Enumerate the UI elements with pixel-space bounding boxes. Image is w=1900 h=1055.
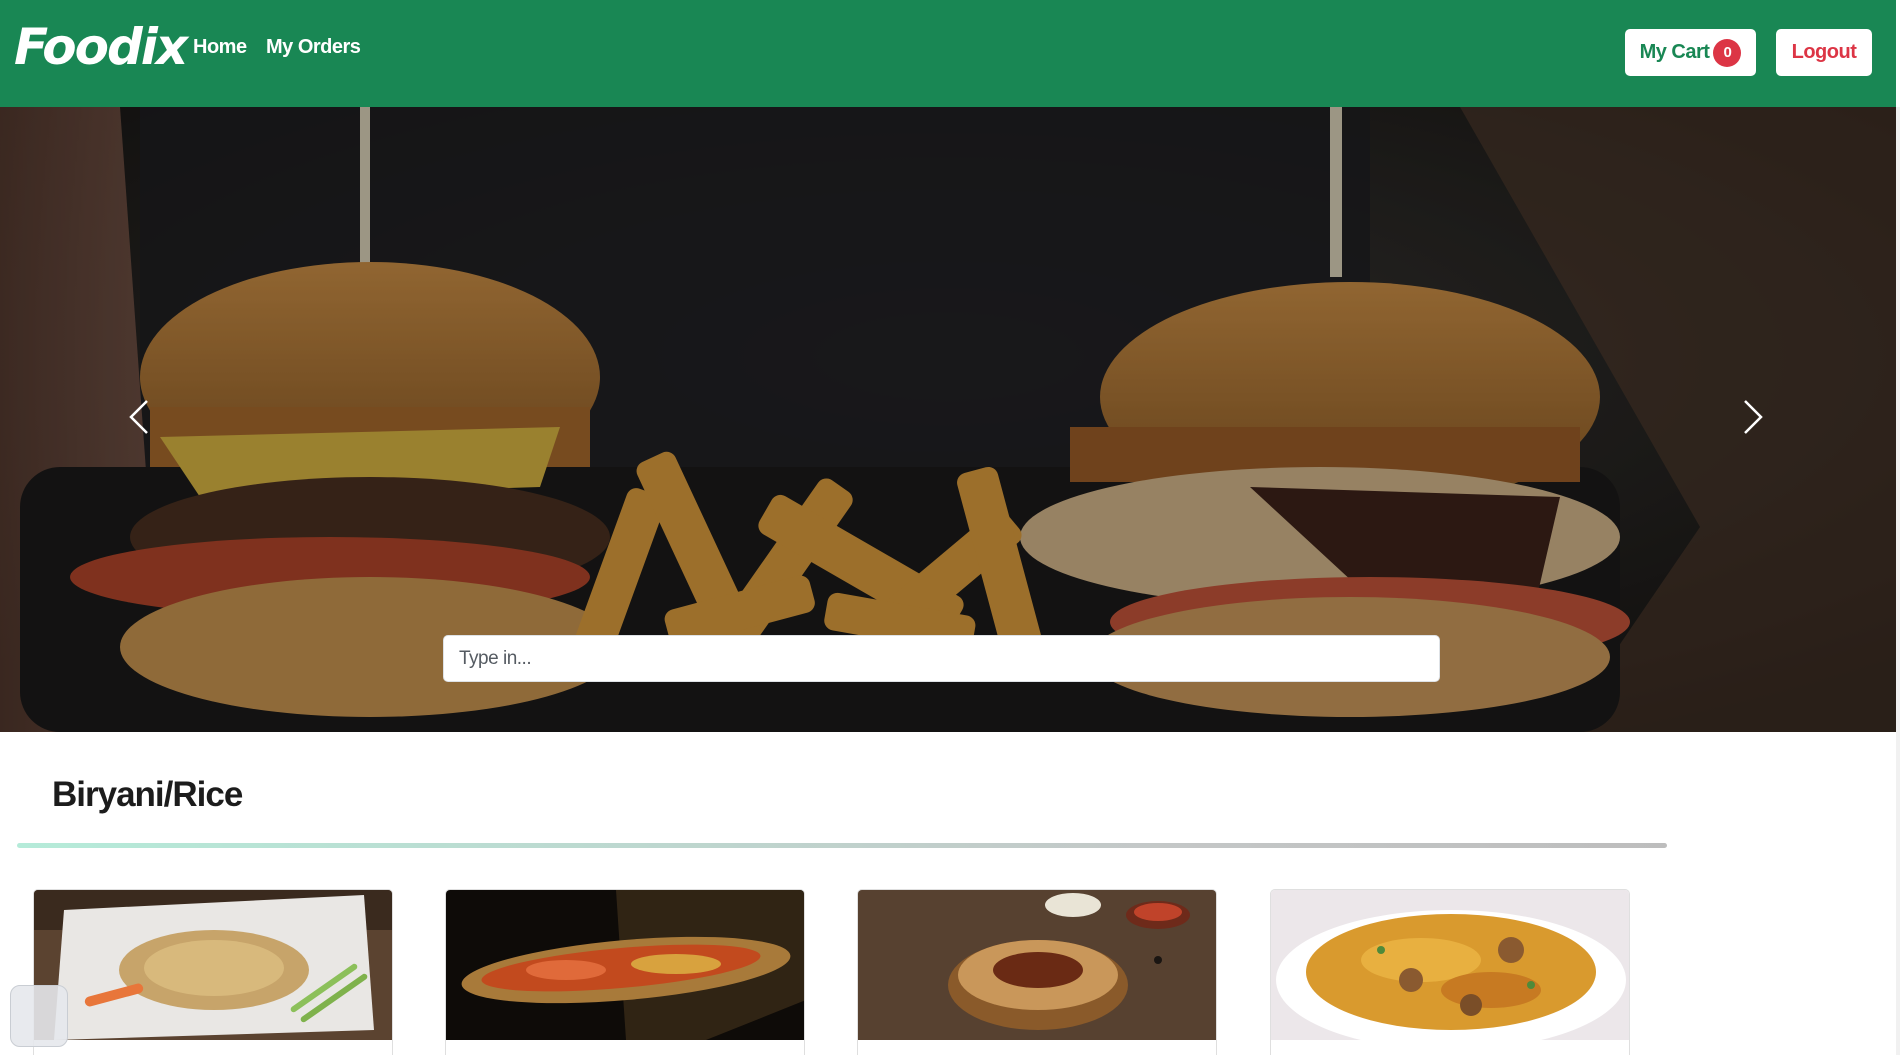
biryani-bowl-image bbox=[858, 890, 1216, 1040]
carousel-prev-button[interactable] bbox=[110, 387, 170, 447]
search-input[interactable] bbox=[443, 635, 1440, 682]
food-card[interactable] bbox=[1270, 889, 1630, 1055]
navbar: Foodix Home My Orders My Cart 0 Logout bbox=[0, 0, 1896, 107]
brand-logo[interactable]: Foodix bbox=[14, 18, 188, 76]
biryani-platter-image bbox=[446, 890, 804, 1040]
nav-my-orders-link[interactable]: My Orders bbox=[266, 36, 361, 59]
category-divider bbox=[17, 843, 1667, 848]
food-card[interactable] bbox=[33, 889, 393, 1055]
my-cart-button[interactable]: My Cart 0 bbox=[1625, 29, 1756, 76]
page-scrollbar[interactable] bbox=[1896, 107, 1900, 1055]
food-card[interactable] bbox=[445, 889, 805, 1055]
cart-count-badge: 0 bbox=[1713, 38, 1742, 67]
fried-rice-image bbox=[34, 890, 392, 1040]
chevron-left-icon bbox=[129, 400, 148, 434]
category-title: Biryani/Rice bbox=[52, 775, 243, 814]
carousel-next-button[interactable] bbox=[1722, 387, 1782, 447]
logout-button[interactable]: Logout bbox=[1776, 29, 1872, 76]
food-card[interactable] bbox=[857, 889, 1217, 1055]
floating-helper-widget[interactable] bbox=[10, 985, 68, 1047]
chicken-biryani-image bbox=[1271, 890, 1629, 1040]
hero-carousel bbox=[0, 107, 1896, 732]
my-cart-label: My Cart bbox=[1639, 41, 1710, 63]
nav-home-link[interactable]: Home bbox=[193, 36, 247, 59]
chevron-right-icon bbox=[1744, 400, 1763, 434]
